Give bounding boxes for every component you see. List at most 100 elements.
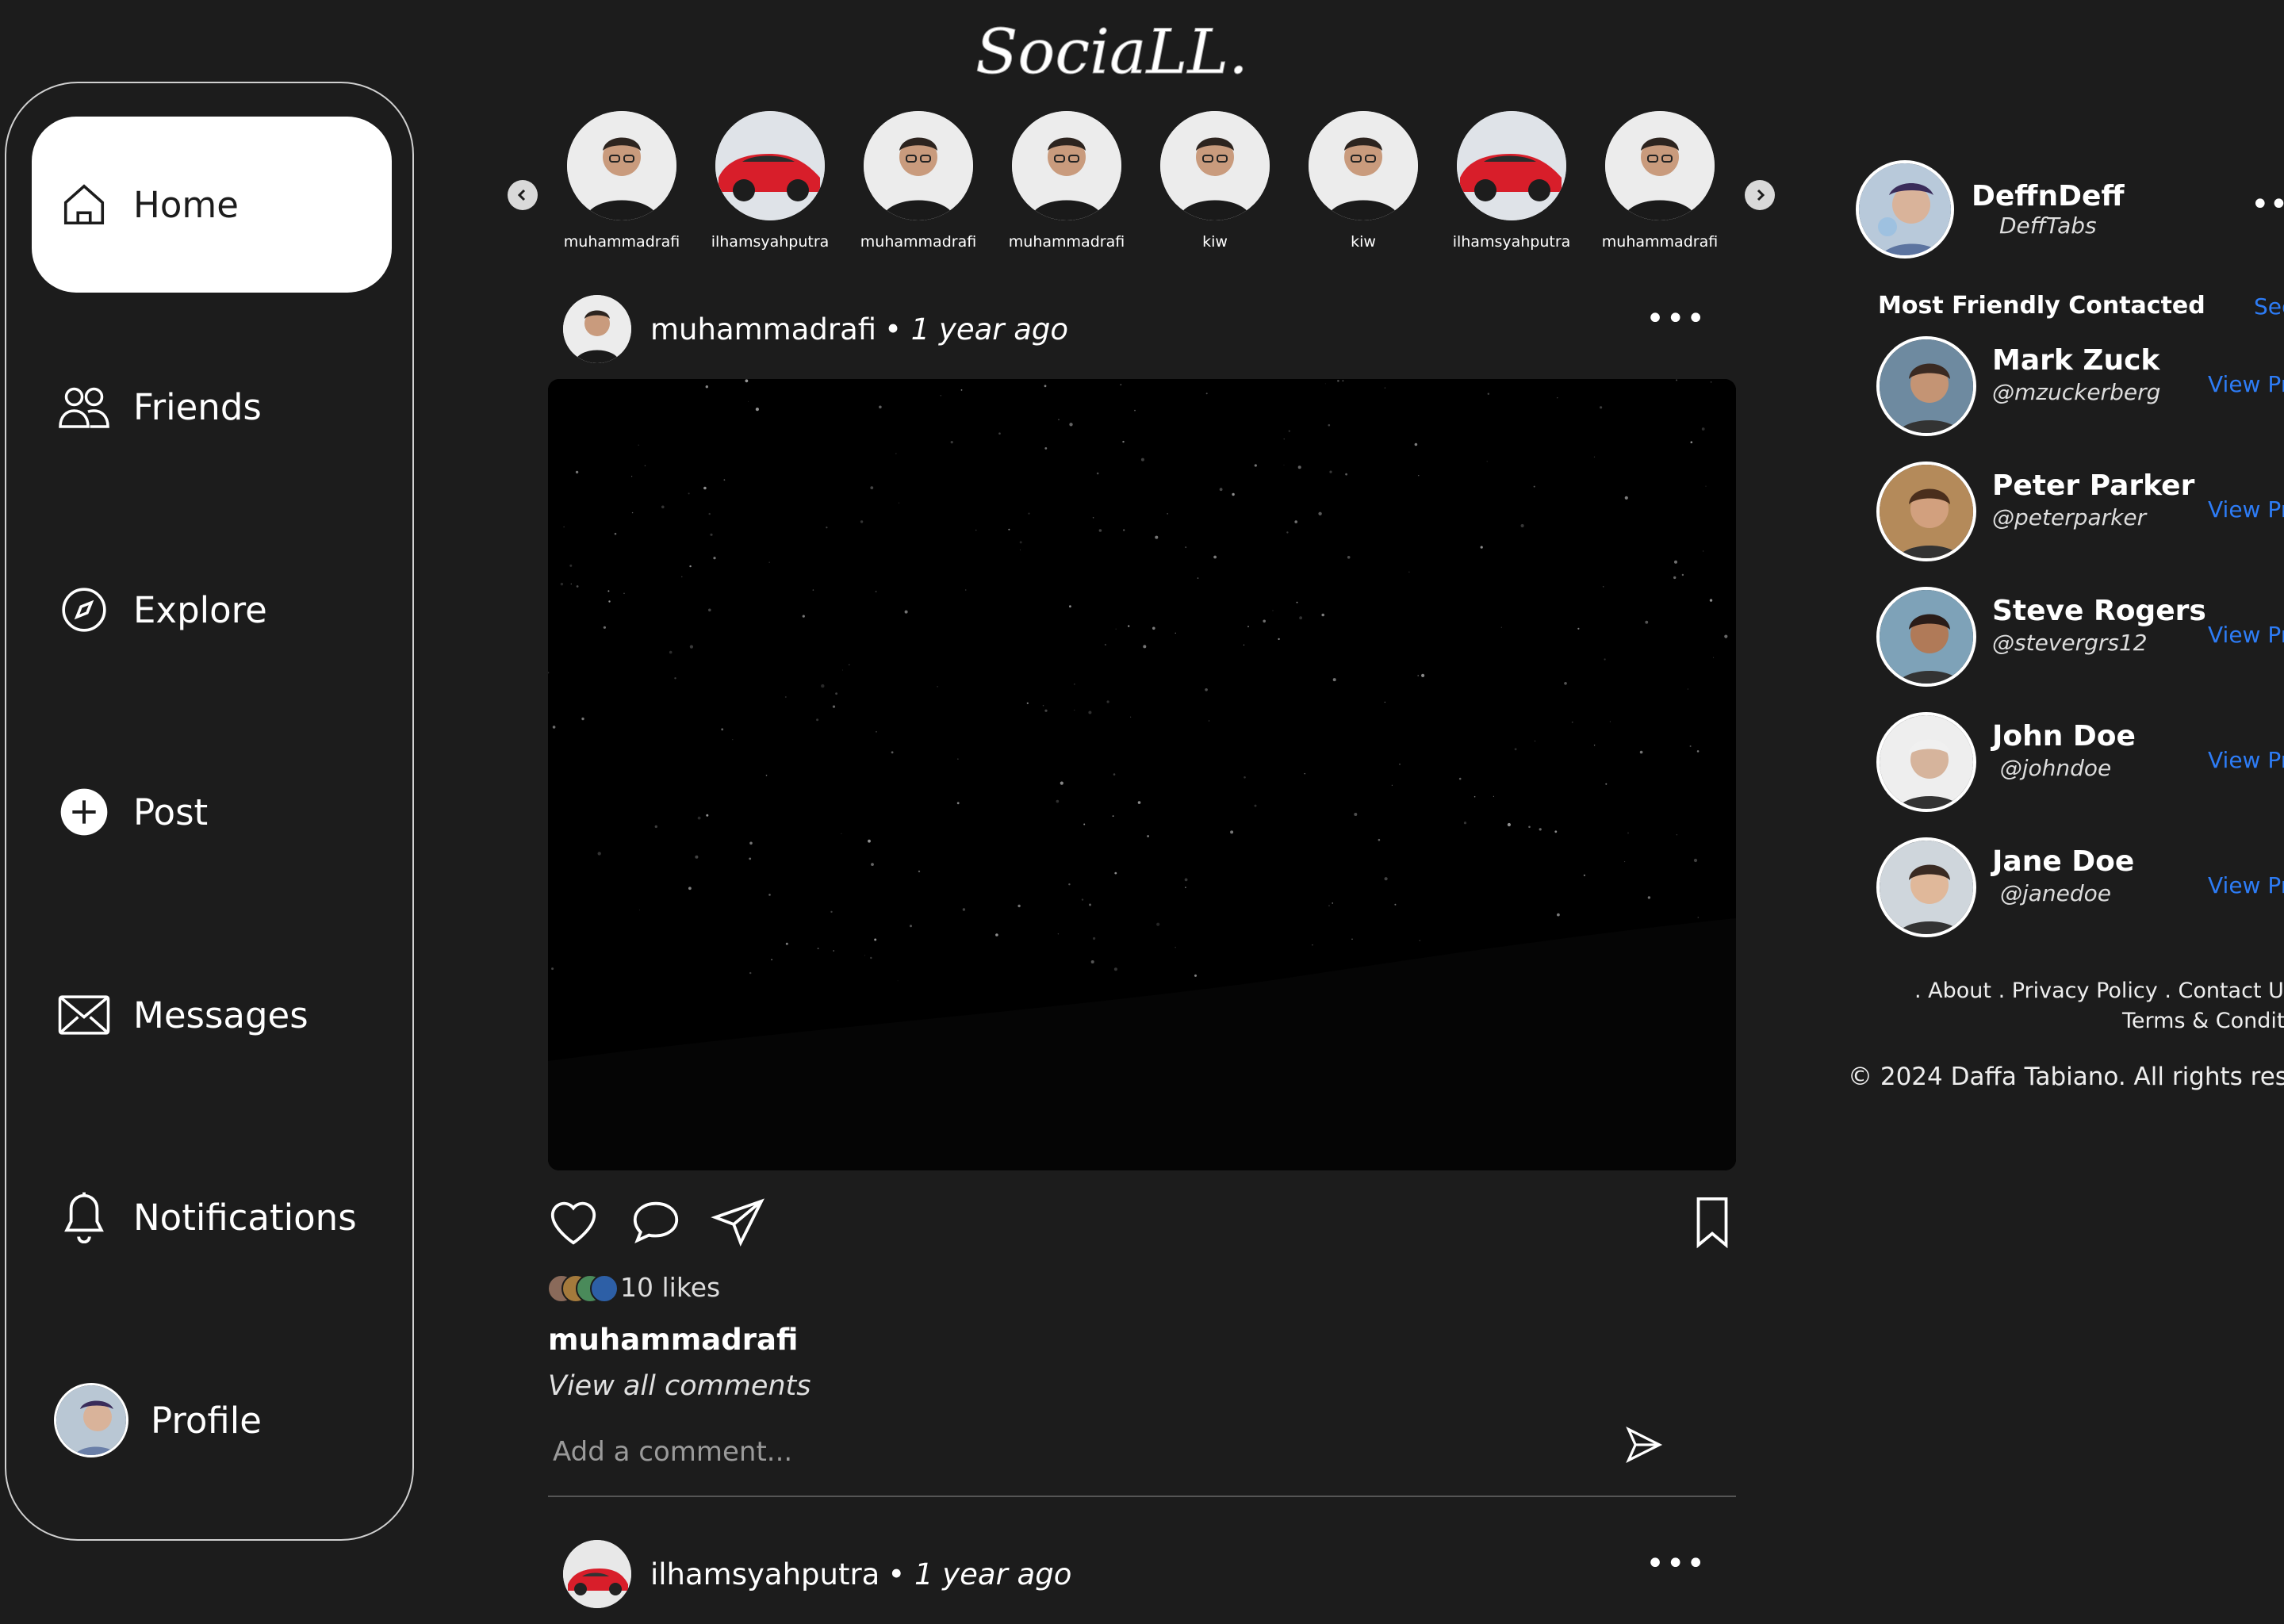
sidebar-item-explore[interactable]: Explore (32, 522, 392, 698)
like-button[interactable] (546, 1194, 601, 1250)
sidebar-item-friends[interactable]: Friends (32, 319, 392, 495)
contact-handle: @johndoe (1999, 755, 2112, 781)
avatar (1309, 111, 1418, 220)
post-time: • 1 year ago (884, 312, 1069, 347)
contact-item: Mark Zuck@mzuckerberg View Pro (1876, 336, 2284, 439)
contact-name: Steve Rogers (1992, 595, 2206, 627)
avatar[interactable] (563, 295, 631, 363)
sidebar-item-messages[interactable]: Messages (32, 927, 392, 1103)
avatar (864, 111, 973, 220)
profile-handle: DeffTabs (1998, 213, 2097, 239)
story-username: kiw (1202, 233, 1228, 251)
liker-avatars (547, 1274, 619, 1303)
post-username[interactable]: ilhamsyahputra (650, 1557, 879, 1591)
avatar[interactable] (1876, 587, 1976, 687)
story-item[interactable]: muhammadrafi (999, 111, 1134, 251)
sidebar-item-post[interactable]: Post (32, 724, 392, 900)
story-username: ilhamsyahputra (1452, 233, 1571, 251)
contact-name: Mark Zuck (1992, 344, 2160, 377)
post-actions (546, 1194, 1735, 1250)
friends-icon (57, 380, 111, 434)
most-friendly-title: Most Friendly Contacted (1878, 292, 2205, 320)
sidebar-item-profile[interactable]: Profile (32, 1332, 392, 1508)
story-item[interactable]: kiw (1148, 111, 1282, 251)
contact-handle: @peterparker (1992, 504, 2147, 530)
send-comment-button[interactable] (1623, 1424, 1671, 1472)
comment-input[interactable] (551, 1427, 1506, 1477)
sidebar-item-label: Explore (133, 588, 267, 631)
likes-count: 10 likes (620, 1272, 721, 1303)
avatar[interactable] (1876, 712, 1976, 812)
sidebar-item-home[interactable]: Home (32, 117, 392, 293)
sidebar-item-label: Post (133, 791, 209, 833)
copyright: © 2024 Daffa Tabiano. All rights reserv (1848, 1063, 2284, 1091)
story-item[interactable]: muhammadrafi (851, 111, 986, 251)
story-username: ilhamsyahputra (711, 233, 830, 251)
stories-prev-button[interactable] (508, 180, 538, 210)
contact-item: Peter Parker@peterparker View Pro (1876, 462, 2284, 565)
avatar (1160, 111, 1270, 220)
sidebar-nav: Home Friends Explore Post Messages Notif… (5, 82, 414, 1541)
mail-icon (57, 988, 111, 1042)
story-username: muhammadrafi (1601, 233, 1719, 251)
stories-next-button[interactable] (1745, 180, 1775, 210)
footer-terms-link[interactable]: Terms & Conditio (2122, 1009, 2284, 1033)
contact-name: Jane Doe (1992, 845, 2135, 878)
avatar (715, 111, 825, 220)
comment-button[interactable] (628, 1194, 684, 1250)
likes-summary[interactable]: 10 likes (547, 1272, 720, 1303)
sidebar-item-label: Notifications (133, 1196, 357, 1239)
story-item[interactable]: kiw (1296, 111, 1431, 251)
contact-item: Jane Doe@janedoe View Pro (1876, 837, 2284, 940)
caption-username[interactable]: muhammadrafi (548, 1323, 798, 1357)
contact-name: John Doe (1992, 720, 2136, 753)
view-profile-link[interactable]: View Pro (2208, 496, 2284, 523)
send-icon (1626, 1427, 1663, 1463)
contact-handle: @stevergrs12 (1992, 630, 2148, 656)
contact-handle: @mzuckerberg (1992, 379, 2161, 405)
comment-form (548, 1419, 1736, 1497)
contact-handle: @janedoe (1999, 880, 2112, 906)
story-username: muhammadrafi (860, 233, 977, 251)
more-options-button[interactable]: •• (2251, 189, 2284, 220)
send-icon (711, 1198, 765, 1247)
heart-icon (550, 1201, 596, 1245)
sidebar-item-label: Home (133, 183, 239, 226)
view-profile-link[interactable]: View Pro (2208, 371, 2284, 397)
bookmark-button[interactable] (1684, 1194, 1740, 1250)
sidebar-item-label: Messages (133, 994, 308, 1036)
avatar[interactable] (563, 1540, 631, 1608)
story-username: muhammadrafi (1008, 233, 1125, 251)
view-profile-link[interactable]: View Pro (2208, 622, 2284, 648)
sidebar-item-notifications[interactable]: Notifications (32, 1129, 392, 1305)
sidebar-item-label: Profile (151, 1399, 262, 1442)
story-item[interactable]: muhammadrafi (554, 111, 689, 251)
profile-name: DeffnDeff (1972, 180, 2125, 213)
view-profile-link[interactable]: View Pro (2208, 872, 2284, 898)
avatar[interactable] (1876, 462, 1976, 561)
view-all-comments-link[interactable]: View all comments (548, 1370, 811, 1402)
footer-links[interactable]: . About . Privacy Policy . Contact Us . … (1914, 979, 2284, 1003)
more-options-button[interactable]: ••• (1646, 303, 1707, 335)
post-username[interactable]: muhammadrafi (650, 312, 876, 347)
bookmark-icon (1696, 1197, 1728, 1249)
story-username: kiw (1351, 233, 1376, 251)
avatar[interactable] (1876, 336, 1976, 436)
more-options-button[interactable]: ••• (1646, 1548, 1707, 1580)
sidebar-item-label: Friends (133, 385, 262, 428)
story-item[interactable]: muhammadrafi (1592, 111, 1727, 251)
current-user[interactable]: DeffnDeff DeffTabs (1856, 160, 2125, 259)
see-all-link[interactable]: See (2254, 293, 2284, 320)
compass-icon (57, 583, 111, 637)
story-item[interactable]: ilhamsyahputra (1444, 111, 1579, 251)
story-item[interactable]: ilhamsyahputra (703, 111, 837, 251)
view-profile-link[interactable]: View Pro (2208, 747, 2284, 773)
story-username: muhammadrafi (563, 233, 680, 251)
contact-name: Peter Parker (1992, 469, 2195, 502)
avatar[interactable] (1876, 837, 1976, 937)
post-image[interactable] (548, 379, 1736, 1170)
share-button[interactable] (711, 1194, 766, 1250)
chevron-right-icon (1757, 189, 1765, 201)
logo-text: SociaLL. (975, 17, 1248, 88)
avatar (1856, 160, 1954, 259)
